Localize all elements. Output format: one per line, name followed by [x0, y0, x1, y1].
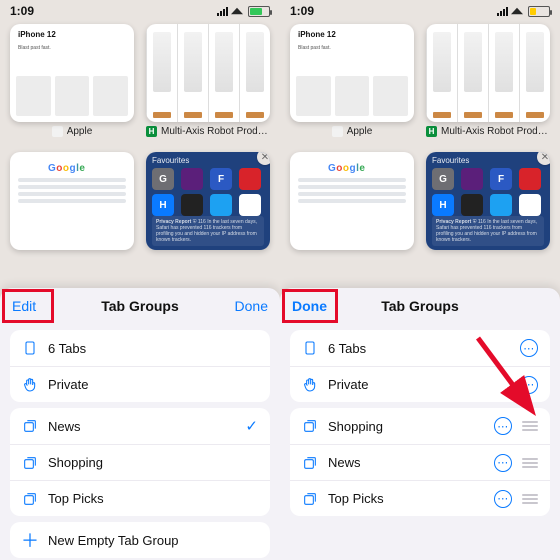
row-tabs[interactable]: 6 Tabs — [10, 330, 270, 366]
close-icon[interactable]: ✕ — [537, 152, 550, 165]
row-label: Private — [48, 377, 258, 392]
row-tabs[interactable]: 6 Tabs ⋯ — [290, 330, 550, 366]
tab-card-apple[interactable]: iPhone 12 Blast past fast. Apple — [8, 24, 136, 144]
sheet-title: Tab Groups — [381, 298, 459, 314]
favourites-title: Favourites — [432, 156, 544, 165]
row-label: Shopping — [328, 419, 494, 434]
more-icon[interactable]: ⋯ — [520, 376, 538, 394]
tab-caption: Multi-Axis Robot Product… — [161, 126, 270, 137]
drag-handle-icon[interactable] — [522, 494, 538, 504]
favourites-icons: GF H — [152, 168, 264, 216]
apple-subtitle: Blast past fast. — [290, 45, 414, 51]
row-label: 6 Tabs — [328, 341, 520, 356]
row-label: 6 Tabs — [48, 341, 258, 356]
row-top-picks[interactable]: Top Picks — [10, 480, 270, 516]
more-icon[interactable]: ⋯ — [494, 417, 512, 435]
tab-card-start[interactable]: Favourites GF H Privacy Report ⛨ 116 In … — [424, 152, 552, 272]
tab-card-google[interactable]: Google — [8, 152, 136, 272]
favicon-icon: H — [426, 126, 437, 137]
tab-overview-grid: iPhone 12 Blast past fast. Apple H Multi… — [280, 22, 560, 288]
status-time: 1:09 — [290, 4, 314, 18]
tabgroup-icon — [300, 491, 320, 507]
cellular-icon — [217, 7, 228, 16]
tabgroup-icon — [300, 455, 320, 471]
tab-card-start[interactable]: Favourites GF H Privacy Report ⛨ 116 In … — [144, 152, 272, 272]
tab-groups-sheet: Done Tab Groups 6 Tabs ⋯ Private ⋯ Shopp… — [280, 288, 560, 560]
row-shopping[interactable]: Shopping ⋯ — [290, 408, 550, 444]
tab-overview-grid: iPhone 12 Blast past fast. Apple H Multi… — [0, 22, 280, 288]
done-button[interactable]: Done — [227, 288, 276, 324]
close-icon[interactable]: ✕ — [257, 152, 270, 165]
row-label: Private — [328, 377, 520, 392]
tabgroup-icon — [300, 418, 320, 434]
done-button[interactable]: Done — [284, 288, 335, 324]
privacy-report: Privacy Report ⛨ 116 In the last seven d… — [152, 216, 264, 246]
row-private[interactable]: Private — [10, 366, 270, 402]
tab-caption: Multi-Axis Robot Product… — [441, 126, 550, 137]
tabs-icon — [20, 340, 40, 356]
custom-groups: News ✓ Shopping Top Picks — [10, 408, 270, 516]
new-group: ＋ New Empty Tab Group — [10, 522, 270, 558]
row-top-picks[interactable]: Top Picks ⋯ — [290, 480, 550, 516]
battery-icon — [248, 6, 270, 17]
edit-button[interactable]: Edit — [4, 288, 44, 324]
row-label: News — [328, 455, 494, 470]
row-label: Top Picks — [48, 491, 258, 506]
tab-caption: Apple — [67, 126, 93, 137]
drag-handle-icon[interactable] — [522, 458, 538, 468]
drag-handle-icon[interactable] — [522, 421, 538, 431]
tab-card-robot[interactable]: H Multi-Axis Robot Product… — [424, 24, 552, 144]
sheet-title: Tab Groups — [101, 298, 179, 314]
status-bar: 1:09 — [0, 0, 280, 22]
favourites-title: Favourites — [152, 156, 264, 165]
row-label: Top Picks — [328, 491, 494, 506]
row-label: News — [48, 419, 245, 434]
tabgroup-icon — [20, 455, 40, 471]
hand-icon — [20, 377, 40, 393]
plus-icon: ＋ — [20, 527, 40, 553]
wifi-icon — [511, 8, 523, 14]
row-private[interactable]: Private ⋯ — [290, 366, 550, 402]
more-icon[interactable]: ⋯ — [494, 490, 512, 508]
wifi-icon — [231, 8, 243, 14]
tab-card-google[interactable]: Google — [288, 152, 416, 272]
favourites-icons: GF H — [432, 168, 544, 216]
hand-icon — [300, 377, 320, 393]
row-label: New Empty Tab Group — [48, 533, 258, 548]
tabgroup-icon — [20, 418, 40, 434]
status-time: 1:09 — [10, 4, 34, 18]
google-logo: Google — [48, 163, 85, 174]
screenshot-right: 1:09 iPhone 12 Blast past fast. Apple H … — [280, 0, 560, 560]
battery-icon — [528, 6, 550, 17]
custom-groups-edit: Shopping ⋯ News ⋯ Top Picks ⋯ — [290, 408, 550, 516]
default-group: 6 Tabs ⋯ Private ⋯ — [290, 330, 550, 402]
row-new-empty[interactable]: ＋ New Empty Tab Group — [10, 522, 270, 558]
tab-caption: Apple — [347, 126, 373, 137]
favicon-icon: H — [146, 126, 157, 137]
privacy-report: Privacy Report ⛨ 116 In the last seven d… — [432, 216, 544, 246]
tabgroup-icon — [20, 491, 40, 507]
cellular-icon — [497, 7, 508, 16]
checkmark-icon: ✓ — [245, 417, 258, 435]
row-news[interactable]: News ✓ — [10, 408, 270, 444]
tab-card-robot[interactable]: H Multi-Axis Robot Product… — [144, 24, 272, 144]
tab-card-apple[interactable]: iPhone 12 Blast past fast. Apple — [288, 24, 416, 144]
apple-title: iPhone 12 — [290, 24, 414, 45]
apple-subtitle: Blast past fast. — [10, 45, 134, 51]
tab-groups-sheet: Edit Tab Groups Done 6 Tabs Private News… — [0, 288, 280, 560]
google-logo: Google — [328, 163, 365, 174]
status-bar: 1:09 — [280, 0, 560, 22]
row-label: Shopping — [48, 455, 258, 470]
screenshot-left: 1:09 iPhone 12 Blast past fast. Apple H … — [0, 0, 280, 560]
default-group: 6 Tabs Private — [10, 330, 270, 402]
more-icon[interactable]: ⋯ — [494, 454, 512, 472]
row-shopping[interactable]: Shopping — [10, 444, 270, 480]
more-icon[interactable]: ⋯ — [520, 339, 538, 357]
tabs-icon — [300, 340, 320, 356]
apple-title: iPhone 12 — [10, 24, 134, 45]
row-news[interactable]: News ⋯ — [290, 444, 550, 480]
